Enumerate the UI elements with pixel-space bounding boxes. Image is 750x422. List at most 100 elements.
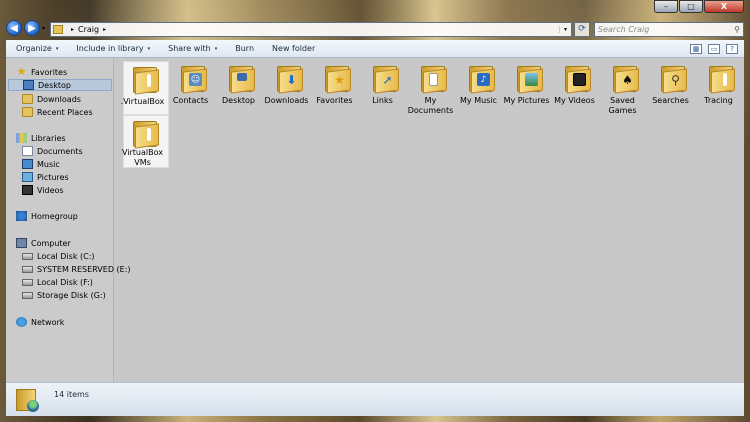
include-label: Include in library [76, 44, 144, 53]
nav-documents[interactable]: Documents [22, 145, 83, 157]
recent-pages-dropdown[interactable]: ▾ [42, 25, 50, 32]
folder-label: My [424, 96, 437, 105]
user-folder-icon [16, 387, 40, 413]
close-button[interactable]: X [704, 0, 744, 13]
folder-label: Tracing [704, 96, 733, 105]
folder-label-line2: Games [608, 105, 637, 115]
folder-label: Favorites [316, 96, 353, 105]
nav-pictures[interactable]: Pictures [22, 171, 69, 183]
folder-item[interactable]: My Documents [408, 61, 457, 115]
nav-disk-c[interactable]: Local Disk (C:) [22, 250, 95, 262]
videos-folder-icon [563, 64, 593, 94]
organize-button[interactable]: Organize ▾ [16, 44, 58, 53]
hard-disk-icon [22, 278, 33, 286]
nav-label: Desktop [38, 80, 71, 90]
minimize-button[interactable]: – [654, 0, 678, 13]
folder-label: Saved [610, 96, 635, 105]
nav-recent-places[interactable]: Recent Places [22, 106, 93, 118]
hard-disk-icon [22, 252, 33, 260]
homegroup-icon [16, 211, 27, 221]
back-arrow-icon: ◀ [10, 22, 18, 34]
favorites-folder-icon: ★ [323, 64, 353, 94]
folder-item[interactable]: .VirtualBox [121, 61, 169, 115]
search-input[interactable]: Search Craig ⚲ [594, 22, 744, 37]
pictures-folder-icon [515, 64, 545, 94]
folder-icon [707, 64, 737, 94]
nav-buttons: ◀ ▶ ▾ [6, 20, 50, 36]
folder-label: Desktop [222, 96, 255, 105]
nav-label: Pictures [37, 172, 69, 182]
recent-places-icon [22, 107, 33, 117]
hard-disk-icon [22, 291, 33, 299]
nav-label: Videos [37, 185, 64, 195]
breadcrumb-craig[interactable]: Craig [78, 25, 99, 34]
nav-label: Network [31, 317, 65, 327]
breadcrumb-arrow[interactable]: ▸ [71, 26, 74, 33]
nav-music[interactable]: Music [22, 158, 60, 170]
forward-button[interactable]: ▶ [24, 20, 40, 36]
nav-videos[interactable]: Videos [22, 184, 64, 196]
folder-item[interactable]: VirtualBox VMs [122, 115, 169, 168]
folder-label: Links [372, 96, 393, 105]
folder-label: Searches [652, 96, 689, 105]
nav-label: Music [37, 159, 60, 169]
help-icon[interactable]: ? [726, 43, 738, 54]
organize-label: Organize [16, 44, 52, 53]
downloads-folder-icon [22, 94, 33, 104]
nav-label: Recent Places [37, 107, 93, 117]
share-label: Share with [168, 44, 211, 53]
include-in-library-button[interactable]: Include in library ▾ [76, 44, 150, 53]
chevron-down-icon: ▾ [55, 45, 59, 52]
nav-label: Computer [31, 238, 71, 248]
links-folder-icon: ➚ [371, 64, 401, 94]
chevron-down-icon: ▾ [214, 45, 218, 52]
address-bar[interactable]: ▸ Craig ▸ ▾ [50, 22, 572, 37]
caption-buttons: – □ X [654, 0, 744, 13]
explorer-body: ★ Favorites Desktop Downloads Recent Plac… [6, 58, 744, 382]
folder-label: My Music [460, 96, 497, 105]
nav-desktop[interactable]: Desktop [8, 79, 112, 91]
nav-libraries[interactable]: Libraries [16, 132, 66, 144]
documents-folder-icon [419, 64, 449, 94]
nav-label: Local Disk (C:) [37, 251, 95, 261]
nav-disk-g[interactable]: Storage Disk (G:) [22, 289, 106, 301]
address-dropdown[interactable]: ▾ [559, 26, 571, 33]
music-folder-icon: ♪ [467, 64, 497, 94]
toolbar-right: ▦ ▭ ? [690, 43, 738, 54]
nav-downloads[interactable]: Downloads [22, 93, 81, 105]
nav-computer[interactable]: Computer [16, 237, 71, 249]
burn-button[interactable]: Burn [235, 44, 254, 53]
refresh-icon: ⟳ [578, 24, 586, 34]
share-with-button[interactable]: Share with ▾ [168, 44, 217, 53]
folder-label: My Pictures [503, 96, 550, 105]
change-view-icon[interactable]: ▦ [690, 43, 702, 54]
folder-item[interactable]: Tracing [699, 61, 745, 106]
desktop-folder-icon [227, 64, 257, 94]
libraries-icon [16, 133, 27, 143]
maximize-button[interactable]: □ [679, 0, 703, 13]
nav-label: Storage Disk (G:) [37, 290, 106, 300]
nav-favorites[interactable]: ★ Favorites [16, 66, 68, 78]
breadcrumb-arrow-trailing[interactable]: ▸ [103, 26, 106, 33]
nav-label: Downloads [37, 94, 81, 104]
command-bar: Organize ▾ Include in library ▾ Share with… [6, 40, 744, 58]
nav-label: Homegroup [31, 211, 78, 221]
folder-label: My Videos [554, 96, 595, 105]
nav-network[interactable]: Network [16, 316, 64, 328]
chevron-down-icon: ▾ [147, 45, 151, 52]
folder-label: Contacts [172, 96, 209, 105]
nav-label: Favorites [31, 67, 68, 77]
search-icon: ⚲ [734, 25, 740, 34]
new-folder-button[interactable]: New folder [272, 44, 315, 53]
details-pane: 14 items [6, 382, 744, 416]
refresh-button[interactable]: ⟳ [574, 22, 590, 37]
nav-disk-f[interactable]: Local Disk (F:) [22, 276, 93, 288]
preview-pane-icon[interactable]: ▭ [708, 43, 720, 54]
folder-item[interactable]: ♠ Saved Games [603, 61, 649, 115]
contacts-folder-icon: ☺ [179, 64, 209, 94]
file-list: .VirtualBox ☺ Contacts Desktop ⬇ Downloa… [114, 58, 744, 382]
nav-homegroup[interactable]: Homegroup [16, 210, 78, 222]
item-count: 14 items [54, 390, 89, 399]
back-button[interactable]: ◀ [6, 20, 22, 36]
videos-icon [22, 185, 33, 195]
